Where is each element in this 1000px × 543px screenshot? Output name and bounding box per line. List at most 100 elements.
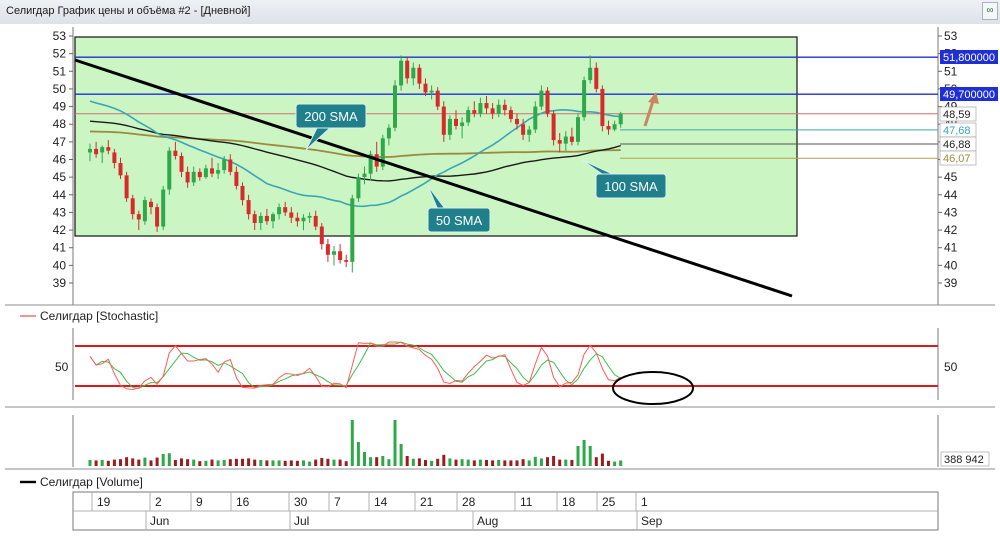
volume-bar: [180, 458, 183, 466]
time-month-label: Aug: [477, 514, 498, 528]
candle-body: [527, 129, 532, 135]
volume-bar: [100, 460, 104, 466]
volume-bar: [558, 459, 562, 466]
candle-body: [472, 110, 477, 114]
volume-bar: [515, 460, 519, 466]
candle-body: [118, 163, 123, 176]
time-day-label: 1: [641, 495, 648, 509]
volume-bar: [332, 459, 336, 466]
time-day-label: 28: [462, 495, 476, 509]
price-tick-label: 41: [944, 241, 958, 255]
candle-body: [338, 251, 343, 261]
price-tick-label: 43: [53, 205, 67, 219]
volume-bar: [533, 456, 537, 466]
volume-bar: [552, 456, 556, 466]
candle-body: [130, 198, 135, 215]
candle-body: [295, 217, 300, 222]
volume-bar: [137, 459, 141, 466]
price-tick-label: 51: [53, 64, 67, 78]
volume-bar: [320, 458, 324, 466]
volume-bar: [186, 459, 190, 466]
volume-bar: [277, 460, 281, 466]
last-price-value: 48,59: [943, 109, 971, 121]
volume-bar: [387, 459, 391, 466]
price-tick-label: 51: [944, 64, 958, 78]
volume-bar: [436, 458, 440, 466]
price-tick-label: 50: [53, 82, 67, 96]
candle-body: [216, 170, 221, 174]
volume-bar: [594, 457, 598, 466]
candle-body: [234, 171, 239, 186]
candle-body: [582, 80, 587, 118]
volume-bar: [600, 453, 604, 466]
window-title: Селигдар График цены и объёма #2 - [Днев…: [6, 5, 251, 17]
volume-bar: [588, 446, 592, 466]
candle-body: [563, 136, 568, 144]
volume-bar: [363, 452, 366, 466]
volume-bar: [399, 444, 403, 466]
volume-bar: [344, 461, 348, 466]
volume-bar: [167, 453, 171, 466]
volume-bar: [460, 459, 464, 466]
candle-body: [252, 214, 257, 224]
volume-bar: [259, 460, 263, 466]
volume-bar: [241, 458, 244, 466]
price-tick-label: 42: [53, 223, 67, 237]
volume-bar: [546, 457, 549, 466]
candle-body: [490, 108, 495, 114]
volume-bar: [192, 459, 196, 466]
volume-bar: [369, 457, 373, 466]
volume-bar: [497, 460, 501, 466]
volume-bar: [112, 459, 116, 466]
time-day-label: 11: [520, 495, 533, 509]
price-tick-label: 39: [53, 276, 67, 290]
time-day-label: 21: [420, 495, 434, 509]
level-low-badge: 49,700000: [940, 87, 998, 101]
candle-body: [264, 215, 269, 222]
time-month-label: Sep: [641, 514, 663, 528]
candle-body: [112, 152, 117, 164]
sma100-badge: 46,88: [939, 136, 977, 152]
candle-body: [332, 251, 336, 255]
candle-body: [179, 155, 184, 172]
volume-bar: [411, 458, 415, 466]
candle-body: [411, 67, 416, 79]
volume-bar: [350, 420, 354, 466]
volume-bar: [466, 459, 470, 466]
volume-bar: [619, 460, 623, 466]
candle-body: [405, 60, 410, 79]
sma50-value: 47,68: [943, 125, 971, 137]
candle-body: [344, 260, 349, 262]
time-day-label: 30: [294, 495, 308, 509]
candle-body: [203, 168, 208, 178]
volume-bar: [338, 459, 342, 466]
candle-body: [441, 106, 446, 135]
volume-bar: [613, 461, 617, 466]
candle-body: [386, 127, 391, 139]
candle-body: [618, 113, 623, 125]
link-icon[interactable]: ∞: [982, 2, 998, 20]
candle-body: [447, 118, 452, 135]
title-bar: Селигдар График цены и объёма #2 - [Днев…: [0, 0, 1000, 25]
candle-body: [460, 122, 465, 126]
sma100-value: 46,88: [943, 139, 971, 151]
volume-bar: [210, 459, 214, 466]
candle-body: [197, 171, 202, 178]
candle-body: [100, 147, 105, 153]
volume-bar: [405, 456, 409, 466]
volume-bar: [234, 458, 238, 466]
volume-bar: [106, 460, 110, 466]
price-tick-label: 40: [944, 258, 958, 272]
candle-body: [454, 118, 458, 126]
candle-body: [258, 215, 263, 224]
candle-body: [161, 189, 166, 227]
volume-bar: [356, 442, 360, 466]
chart-window: Селигдар График цены и объёма #2 - [Днев…: [0, 0, 1000, 543]
volume-bar: [424, 460, 427, 466]
volume-bar: [326, 458, 330, 466]
candle-body: [301, 217, 306, 222]
sma200-callout-label: 200 SMA: [304, 109, 358, 124]
candle-body: [173, 150, 178, 156]
volume-bar: [247, 458, 251, 466]
last-price-badge: 48,59: [939, 106, 977, 122]
